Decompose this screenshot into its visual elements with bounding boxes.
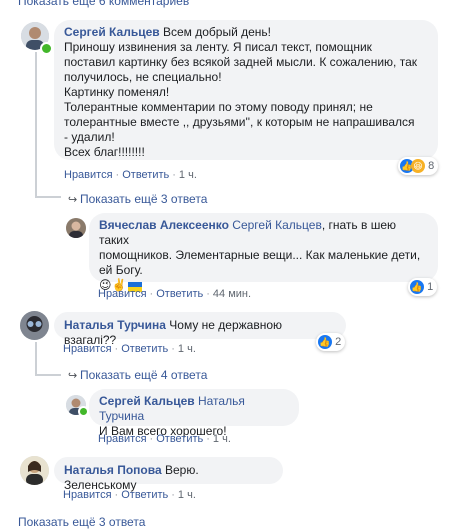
comment-author[interactable]: Сергей Кальцев [64,25,160,39]
comment-actions: Нравится · Ответить · 1 ч. [98,433,231,445]
comment-bubble: Наталья Турчина Чому не державною взагал… [54,312,346,347]
reaction-number: 8 [428,160,435,172]
comment-actions: Нравится · Ответить · 44 мин. [98,288,252,300]
like-link[interactable]: Нравится [98,433,147,445]
comment-actions: Нравится · Ответить · 1 ч. [64,169,197,181]
reply-bubble: Сергей Кальцев Наталья Турчина И Вам все… [89,389,299,438]
avatar[interactable] [20,311,49,340]
comment-actions: Нравится · Ответить · 1 ч. [63,343,196,355]
haha-reaction-icon: 😆 [411,159,425,173]
comment-author[interactable]: Сергей Кальцев [99,394,195,408]
comment-text-line: Картинку поменял! [64,85,170,99]
show-more-replies-link[interactable]: ↪ Показать ещё 4 ответа [68,368,207,382]
reply-link[interactable]: Ответить [121,489,168,501]
thread-connector [35,374,61,376]
comment-text-line: - удалил! [64,130,115,144]
thread-line [35,52,37,198]
reply-link[interactable]: Ответить [121,343,168,355]
like-link[interactable]: Нравится [63,343,112,355]
mention-link[interactable]: Сергей Кальцев [232,218,322,232]
comment-text-line: Всех благ!!!!!!!! [64,145,145,159]
reply-link[interactable]: Ответить [156,433,203,445]
reaction-number: 2 [335,336,342,348]
comment-author[interactable]: Вячеслав Алексеенко [99,218,229,232]
like-link[interactable]: Нравится [98,288,147,300]
comment-text-line: Толерантные комментарии по этому поводу … [64,100,373,114]
comment-bubble: Наталья Попова Верю. Зеленському [54,457,283,492]
reply-link[interactable]: Ответить [122,169,169,181]
reaction-count[interactable]: 👍 2 [316,333,346,351]
comment-text: ей Богу. [99,263,143,277]
thread-connector [35,196,61,198]
like-reaction-icon: 👍 [410,280,424,294]
reply-arrow-icon: ↪ [68,194,78,206]
show-more-replies-link[interactable]: Показать ещё 3 ответа [18,515,145,529]
reaction-number: 1 [427,281,434,293]
comment-text-line: получилось, не специально! [64,70,222,84]
comment-text: помощников. Элементарные вещи... Как мал… [99,248,421,262]
timestamp[interactable]: 1 ч. [178,343,196,355]
timestamp[interactable]: 1 ч. [213,433,231,445]
like-link[interactable]: Нравится [63,489,112,501]
show-more-replies-link[interactable]: ↪ Показать ещё 3 ответа [68,192,207,206]
comment-author[interactable]: Наталья Турчина [64,318,166,332]
avatar[interactable] [20,456,49,485]
comment-author[interactable]: Наталья Попова [64,463,162,477]
reply-bubble: Вячеслав Алексеенко Сергей Кальцев, гнат… [89,213,438,292]
online-status-dot [78,406,89,417]
reply-link[interactable]: Ответить [156,288,203,300]
comment-actions: Нравится · Ответить · 1 ч. [63,489,196,501]
reaction-count[interactable]: 👍 1 [408,278,438,296]
timestamp[interactable]: 1 ч. [179,169,197,181]
reaction-count[interactable]: 👍 😆 8 [398,157,439,175]
show-more-comments-link[interactable]: Показать ещё 6 комментариев [18,0,189,8]
timestamp[interactable]: 1 ч. [178,489,196,501]
reply-arrow-icon: ↪ [68,370,78,382]
online-status-dot [40,42,53,55]
timestamp[interactable]: 44 мин. [213,288,251,300]
like-reaction-icon: 👍 [318,335,332,349]
comment-text-line: Приношу извинения за ленту. Я писал текс… [64,40,372,54]
thread-line [35,342,37,376]
avatar[interactable] [66,218,86,238]
comment-text-line: поставил картинку без всякой задней мысл… [64,55,418,69]
comment-text-line: Всем добрый день! [162,25,272,39]
comment-text-line: толерантные вместе ,, друзьями'', к кото… [64,115,415,129]
comment-bubble: Сергей Кальцев Всем добрый день! Приношу… [54,20,438,160]
like-link[interactable]: Нравится [64,169,113,181]
